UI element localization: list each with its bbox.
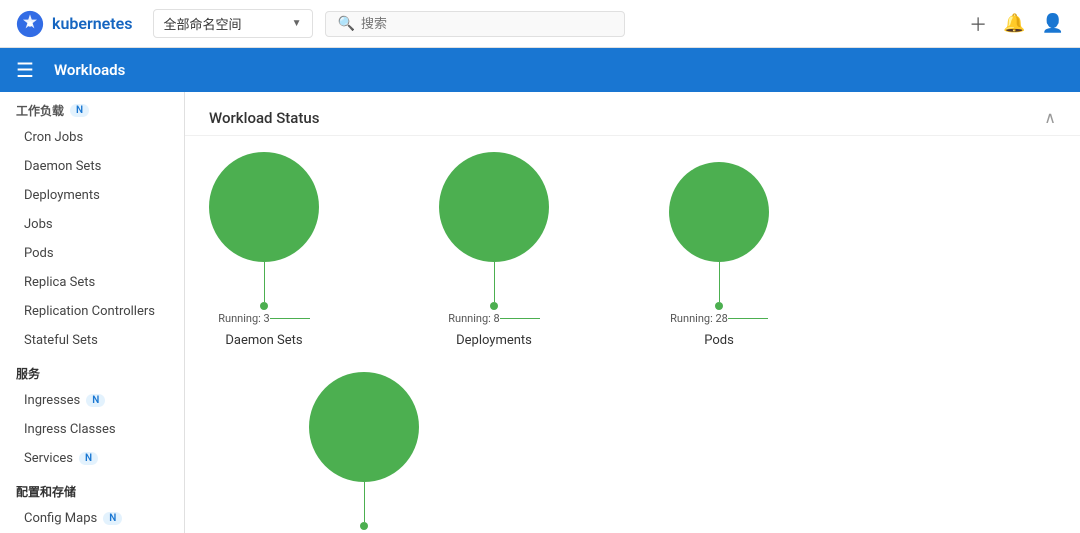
account-icon[interactable]: 👤 — [1042, 13, 1064, 34]
sidebar-item-services[interactable]: Services N — [0, 444, 184, 473]
circle-daemonsets — [209, 152, 319, 262]
circle-replicasets — [309, 372, 419, 482]
dot-pods — [715, 302, 723, 310]
sidebar-workload-badge: N — [70, 104, 89, 117]
namespace-text: 全部命名空间 — [164, 14, 288, 33]
workload-status-title: Workload Status — [209, 109, 319, 127]
sub-nav-title: Workloads — [54, 61, 125, 79]
circle-pods — [669, 162, 769, 262]
hline-daemonsets — [270, 318, 310, 319]
circle-chart-replicasets: Running: 8 — [309, 372, 419, 533]
running-label-pods: Running: 28 — [670, 312, 728, 325]
workload-status-header: Workload Status ∧ — [185, 92, 1080, 136]
namespace-selector[interactable]: 全部命名空间 ▼ — [153, 9, 313, 38]
circle-deployments — [439, 152, 549, 262]
sidebar-item-statefulsets[interactable]: Stateful Sets — [0, 326, 184, 355]
chart-deployments: Running: 8 Deployments — [439, 152, 549, 348]
sidebar-item-cronjobs[interactable]: Cron Jobs — [0, 123, 184, 152]
ingresses-badge: N — [86, 394, 105, 407]
chevron-down-icon: ▼ — [292, 18, 302, 29]
kubernetes-logo-icon — [16, 10, 44, 38]
hline-pods — [728, 318, 768, 319]
chart-label-daemonsets: Daemon Sets — [225, 333, 302, 348]
sub-nav: ☰ Workloads — [0, 48, 1080, 92]
charts-row-2: Running: 8 Replica Sets — [209, 372, 1056, 533]
sidebar-section-service: 服务 — [0, 355, 184, 386]
sidebar-item-daemonsets[interactable]: Daemon Sets — [0, 152, 184, 181]
running-label-daemonsets: Running: 3 — [218, 312, 270, 325]
charts-row-1: Running: 3 Daemon Sets — [209, 152, 1056, 348]
sidebar-workload-label: 工作负载 — [16, 102, 64, 119]
charts-area: Running: 3 Daemon Sets — [185, 136, 1080, 533]
sidebar-section-config: 配置和存储 — [0, 473, 184, 504]
sidebar-item-jobs[interactable]: Jobs — [0, 210, 184, 239]
logo-text: kubernetes — [52, 14, 133, 33]
chart-replicasets: Running: 8 Replica Sets — [309, 372, 419, 533]
sidebar-item-replicasets[interactable]: Replica Sets — [0, 268, 184, 297]
search-input[interactable] — [361, 16, 612, 31]
nav-icons: ＋ 🔔 👤 — [969, 11, 1064, 37]
dot-deployments — [490, 302, 498, 310]
main-layout: 工作负载 N Cron Jobs Daemon Sets Deployments… — [0, 92, 1080, 533]
line-replicasets — [364, 482, 365, 522]
sidebar-item-ingresses[interactable]: Ingresses N — [0, 386, 184, 415]
line-daemonsets — [264, 262, 265, 302]
line-pods — [719, 262, 720, 302]
logo-area: kubernetes — [16, 10, 133, 38]
sidebar-item-pods[interactable]: Pods — [0, 239, 184, 268]
hline-deployments — [500, 318, 540, 319]
circle-chart-deployments: Running: 8 — [439, 152, 549, 325]
chart-label-pods: Pods — [704, 333, 734, 348]
line-deployments — [494, 262, 495, 302]
hamburger-icon[interactable]: ☰ — [16, 58, 34, 82]
sidebar-item-configmaps[interactable]: Config Maps N — [0, 504, 184, 533]
circle-chart-daemonsets: Running: 3 — [209, 152, 319, 325]
chart-pods: Running: 28 Pods — [669, 162, 769, 348]
add-icon[interactable]: ＋ — [969, 11, 987, 37]
circle-chart-pods: Running: 28 — [669, 162, 769, 325]
chart-label-deployments: Deployments — [456, 333, 532, 348]
sidebar-item-deployments[interactable]: Deployments — [0, 181, 184, 210]
collapse-icon[interactable]: ∧ — [1044, 108, 1056, 127]
search-box[interactable]: 🔍 — [325, 11, 625, 37]
dot-replicasets — [360, 522, 368, 530]
chart-daemonsets: Running: 3 Daemon Sets — [209, 152, 319, 348]
sidebar-item-replicationcontrollers[interactable]: Replication Controllers — [0, 297, 184, 326]
main-content: Workload Status ∧ Running: 3 — [185, 92, 1080, 533]
sidebar-item-ingressclasses[interactable]: Ingress Classes — [0, 415, 184, 444]
running-label-deployments: Running: 8 — [448, 312, 500, 325]
bell-icon[interactable]: 🔔 — [1003, 13, 1025, 34]
search-icon: 🔍 — [338, 16, 355, 32]
dot-daemonsets — [260, 302, 268, 310]
sidebar: 工作负载 N Cron Jobs Daemon Sets Deployments… — [0, 92, 185, 533]
services-badge: N — [79, 452, 98, 465]
configmaps-badge: N — [103, 512, 122, 525]
top-nav: kubernetes 全部命名空间 ▼ 🔍 ＋ 🔔 👤 — [0, 0, 1080, 48]
sidebar-section-workload[interactable]: 工作负载 N — [0, 92, 184, 123]
